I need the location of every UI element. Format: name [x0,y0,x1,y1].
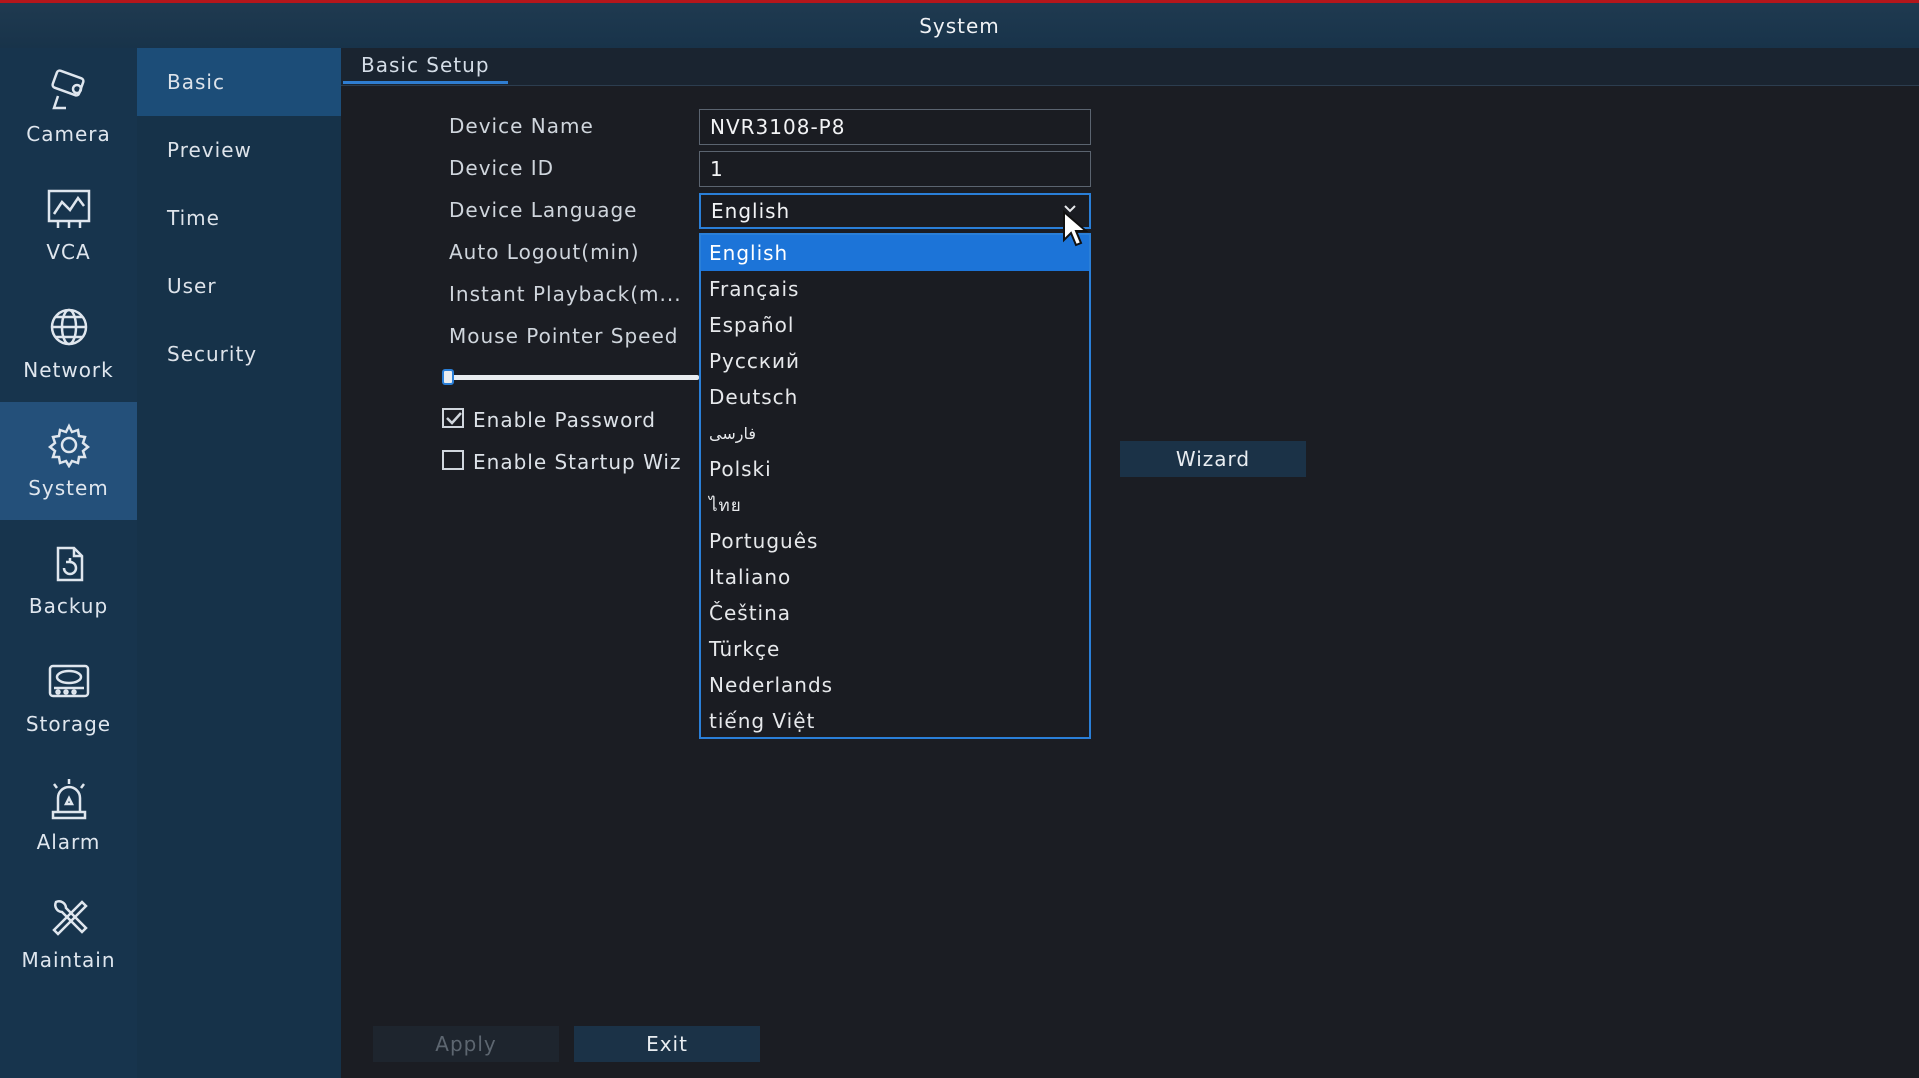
enable-startup-wizard-checkbox[interactable] [442,450,464,470]
enable-password-label: Enable Password [473,408,656,432]
vca-chart-icon [47,189,90,228]
mouse-cursor-icon [1063,210,1089,247]
auto-logout-label: Auto Logout(min) [449,240,640,264]
subnav-security[interactable]: Security [137,320,341,388]
device-language-value: English [711,199,791,223]
mouse-pointer-speed-label: Mouse Pointer Speed [449,324,679,348]
apply-button[interactable]: Apply [373,1026,559,1062]
enable-password-checkbox[interactable] [442,408,464,428]
mouse-speed-slider-track[interactable] [449,375,699,380]
device-language-label: Device Language [449,198,638,222]
subnav-basic[interactable]: Basic [137,48,341,116]
exit-button[interactable]: Exit [574,1026,760,1062]
device-id-field[interactable]: 1 [699,151,1091,187]
gear-icon [47,423,90,468]
device-language-select[interactable]: English [699,193,1091,229]
backup-icon [56,546,83,582]
alarm-siren-icon [51,779,86,820]
hard-drive-icon [48,664,89,698]
tab-bar: Basic Setup [341,48,1919,86]
window-title: System [919,13,1000,38]
instant-playback-label: Instant Playback(m... [449,282,682,306]
title-bar: System [0,0,1919,48]
device-name-field[interactable]: NVR3108-P8 [699,109,1091,145]
nav-vca[interactable]: VCA [0,166,137,284]
language-option[interactable]: Português [701,523,1089,559]
language-option[interactable]: Čeština [701,595,1089,631]
language-option[interactable]: Italiano [701,559,1089,595]
wrench-screwdriver-icon [51,900,88,936]
main-nav: Camera VCA Network System Backup Storage… [0,48,137,1078]
camera-icon [50,69,85,110]
enable-startup-wizard-label: Enable Startup Wiz [473,450,682,474]
language-option[interactable]: Polski [701,451,1089,487]
subnav-preview[interactable]: Preview [137,116,341,184]
language-option[interactable]: Deutsch [701,379,1089,415]
tab-basic-setup[interactable]: Basic Setup [343,48,508,84]
nav-network[interactable]: Network [0,284,137,402]
device-name-label: Device Name [449,114,594,138]
language-option[interactable]: Türkçe [701,631,1089,667]
nav-storage[interactable]: Storage [0,638,137,756]
nav-backup[interactable]: Backup [0,520,137,638]
globe-icon [50,308,87,346]
sub-nav: Basic Preview Time User Security [137,48,341,1078]
nav-maintain[interactable]: Maintain [0,874,137,992]
wizard-button[interactable]: Wizard [1120,441,1306,477]
language-option[interactable]: tiếng Việt [701,703,1089,739]
language-option[interactable]: Nederlands [701,667,1089,703]
subnav-user[interactable]: User [137,252,341,320]
checkmark-icon [446,412,462,425]
language-option[interactable]: English [701,235,1089,271]
language-option[interactable]: Español [701,307,1089,343]
nav-camera[interactable]: Camera [0,48,137,166]
language-option[interactable]: Русский [701,343,1089,379]
nav-system[interactable]: System [0,402,137,520]
mouse-speed-slider-thumb[interactable] [442,369,454,385]
language-dropdown-list: English Français Español Русский Deutsch… [699,233,1091,739]
language-option[interactable]: Français [701,271,1089,307]
device-id-label: Device ID [449,156,555,180]
language-option[interactable]: فارسی [701,415,1089,451]
subnav-time[interactable]: Time [137,184,341,252]
language-option[interactable]: ไทย [701,487,1089,523]
nav-alarm[interactable]: Alarm [0,756,137,874]
